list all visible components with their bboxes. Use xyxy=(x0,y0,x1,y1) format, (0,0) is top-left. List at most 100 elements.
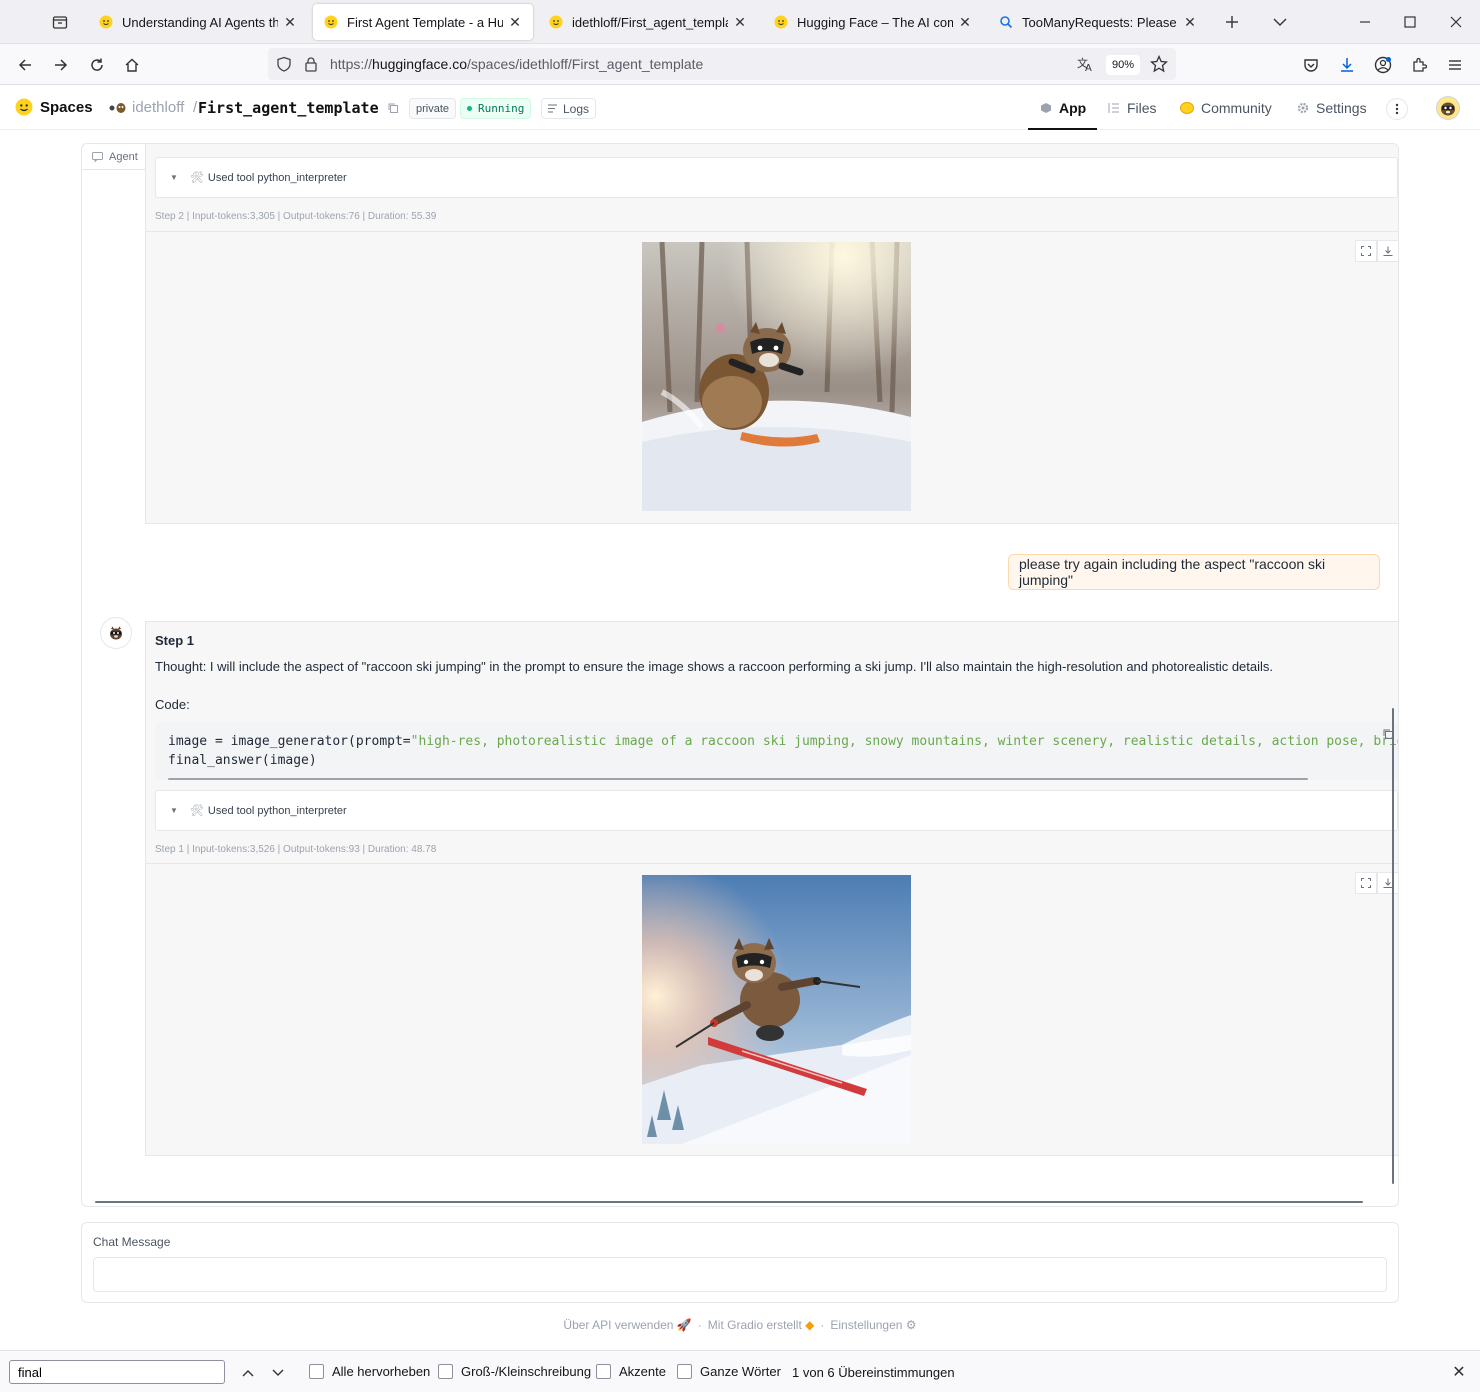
generated-image-raccoon-ski-jumping[interactable] xyxy=(642,875,911,1144)
chat-bubble-icon xyxy=(92,151,103,162)
chat-message-input[interactable] xyxy=(93,1257,1387,1292)
tab-community[interactable]: Community xyxy=(1180,100,1272,116)
find-match-count: 1 von 6 Übereinstimmungen xyxy=(792,1365,955,1380)
back-icon[interactable] xyxy=(12,52,38,78)
home-icon[interactable] xyxy=(119,52,145,78)
tab-title: Hugging Face – The AI commun xyxy=(797,14,953,30)
browser-tab-active[interactable]: First Agent Template - a Huggin ✕ xyxy=(313,4,533,40)
extensions-icon[interactable] xyxy=(1406,52,1432,78)
checkbox[interactable] xyxy=(309,1364,324,1379)
code-block[interactable]: image = image_generator(prompt="high-res… xyxy=(155,722,1398,780)
chatbot-panel[interactable]: Agent ▼ 🛠 Used tool python_interpreter S… xyxy=(81,143,1399,1207)
api-link[interactable]: Über API verwenden 🚀 xyxy=(563,1318,691,1332)
url-text[interactable]: https://huggingface.co/spaces/idethloff/… xyxy=(330,56,703,72)
status-dot xyxy=(467,106,472,111)
copy-icon[interactable] xyxy=(387,101,399,119)
logs-icon xyxy=(548,104,558,113)
active-tab-indicator xyxy=(1028,128,1097,130)
close-icon[interactable]: ✕ xyxy=(507,14,523,30)
tab-title: Understanding AI Agents through xyxy=(122,14,278,30)
footer-dot: · xyxy=(697,1318,702,1332)
highlight-all-checkbox[interactable]: Alle hervorheben xyxy=(309,1364,430,1379)
user-message: please try again including the aspect "r… xyxy=(1008,554,1380,590)
checkbox[interactable] xyxy=(596,1364,611,1379)
space-name[interactable]: First_agent_template xyxy=(198,99,379,117)
gradio-footer: Über API verwenden 🚀 · Mit Gradio erstel… xyxy=(0,1318,1480,1332)
fullscreen-icon[interactable] xyxy=(1355,872,1377,894)
find-input[interactable] xyxy=(9,1360,225,1384)
browser-tab[interactable]: TooManyRequests: Please log in ✕ xyxy=(988,4,1208,40)
tab-title: TooManyRequests: Please log in xyxy=(1022,14,1178,30)
spaces-link[interactable]: Spaces xyxy=(15,98,93,116)
account-icon[interactable] xyxy=(1370,52,1396,78)
tab-list-icon[interactable] xyxy=(44,10,76,34)
download-icon[interactable] xyxy=(1377,872,1398,894)
browser-tab-strip: Understanding AI Agents through ✕ First … xyxy=(0,0,1480,44)
find-next-icon[interactable] xyxy=(268,1363,288,1383)
download-icon[interactable] xyxy=(1377,240,1398,262)
minimize-icon[interactable] xyxy=(1351,8,1379,36)
chatbot-label: Agent xyxy=(82,144,149,170)
new-tab-icon[interactable] xyxy=(1220,10,1244,34)
close-icon[interactable]: ✕ xyxy=(1449,1362,1469,1382)
maximize-icon[interactable] xyxy=(1396,8,1424,36)
community-icon xyxy=(1180,102,1194,114)
tool-call-accordion[interactable]: ▼ 🛠 Used tool python_interpreter xyxy=(155,790,1398,831)
zoom-level[interactable]: 90% xyxy=(1106,55,1140,75)
address-bar[interactable]: https://huggingface.co/spaces/idethloff/… xyxy=(268,48,1176,80)
find-bar: Alle hervorheben Groß-/Kleinschreibung A… xyxy=(0,1350,1480,1392)
footer-dot: · xyxy=(820,1318,825,1332)
logs-button[interactable]: Logs xyxy=(541,98,597,119)
close-icon[interactable]: ✕ xyxy=(957,14,973,30)
download-icon[interactable] xyxy=(1334,52,1360,78)
pocket-icon[interactable] xyxy=(1298,52,1324,78)
chevron-down-icon[interactable] xyxy=(1268,10,1292,34)
horizontal-scrollbar[interactable] xyxy=(95,1201,1363,1203)
forward-icon[interactable] xyxy=(48,52,74,78)
bot-avatar xyxy=(100,617,132,649)
gradio-link[interactable]: Mit Gradio erstellt ◆ xyxy=(708,1318,815,1332)
tab-app[interactable]: App xyxy=(1040,100,1086,116)
close-icon[interactable]: ✕ xyxy=(1182,14,1198,30)
shield-icon[interactable] xyxy=(276,56,292,77)
find-previous-icon[interactable] xyxy=(238,1363,258,1383)
gradio-logo-icon: ◆ xyxy=(805,1318,815,1332)
tab-settings[interactable]: Settings xyxy=(1297,100,1367,116)
window-close-icon[interactable] xyxy=(1442,8,1470,36)
tool-icon: 🛠 xyxy=(189,805,204,817)
checkbox[interactable] xyxy=(677,1364,692,1379)
vertical-scrollbar[interactable] xyxy=(1392,708,1394,1184)
browser-tab[interactable]: Understanding AI Agents through ✕ xyxy=(88,4,308,40)
chevron-down-icon: ▼ xyxy=(170,806,178,815)
tab-files[interactable]: Files xyxy=(1108,100,1157,116)
match-diacritics-checkbox[interactable]: Akzente xyxy=(596,1364,666,1379)
settings-link[interactable]: Einstellungen ⚙ xyxy=(830,1318,916,1332)
private-badge: private xyxy=(409,98,457,119)
browser-tab[interactable]: Hugging Face – The AI commun ✕ xyxy=(763,4,983,40)
tool-call-accordion[interactable]: ▼ 🛠 Used tool python_interpreter xyxy=(155,157,1398,198)
more-options-icon[interactable] xyxy=(1386,98,1408,120)
checkbox[interactable] xyxy=(438,1364,453,1379)
close-icon[interactable]: ✕ xyxy=(282,14,298,30)
search-icon xyxy=(998,14,1014,30)
chevron-down-icon: ▼ xyxy=(170,173,178,182)
divider xyxy=(145,863,1398,864)
space-owner[interactable]: idethloff xyxy=(132,99,184,116)
code-horizontal-scrollbar[interactable] xyxy=(168,778,1308,780)
match-case-checkbox[interactable]: Groß-/Kleinschreibung xyxy=(438,1364,591,1379)
close-icon[interactable]: ✕ xyxy=(732,14,748,30)
reload-icon[interactable] xyxy=(84,52,110,78)
browser-tab[interactable]: idethloff/First_agent_template · ✕ xyxy=(538,4,758,40)
translate-icon[interactable]: 文A xyxy=(1076,55,1094,78)
step-metadata: Step 2 | Input-tokens:3,305 | Output-tok… xyxy=(155,211,437,222)
chat-message-label: Chat Message xyxy=(93,1235,171,1249)
menu-icon[interactable] xyxy=(1442,52,1468,78)
status-badge[interactable]: Running xyxy=(460,98,532,119)
tab-title: First Agent Template - a Huggin xyxy=(347,14,503,30)
whole-words-checkbox[interactable]: Ganze Wörter xyxy=(677,1364,781,1379)
lock-icon[interactable] xyxy=(304,56,318,77)
fullscreen-icon[interactable] xyxy=(1355,240,1377,262)
generated-image-raccoon-snowboarding[interactable] xyxy=(642,242,911,511)
avatar[interactable] xyxy=(1436,96,1460,120)
bookmark-star-icon[interactable] xyxy=(1149,54,1169,78)
